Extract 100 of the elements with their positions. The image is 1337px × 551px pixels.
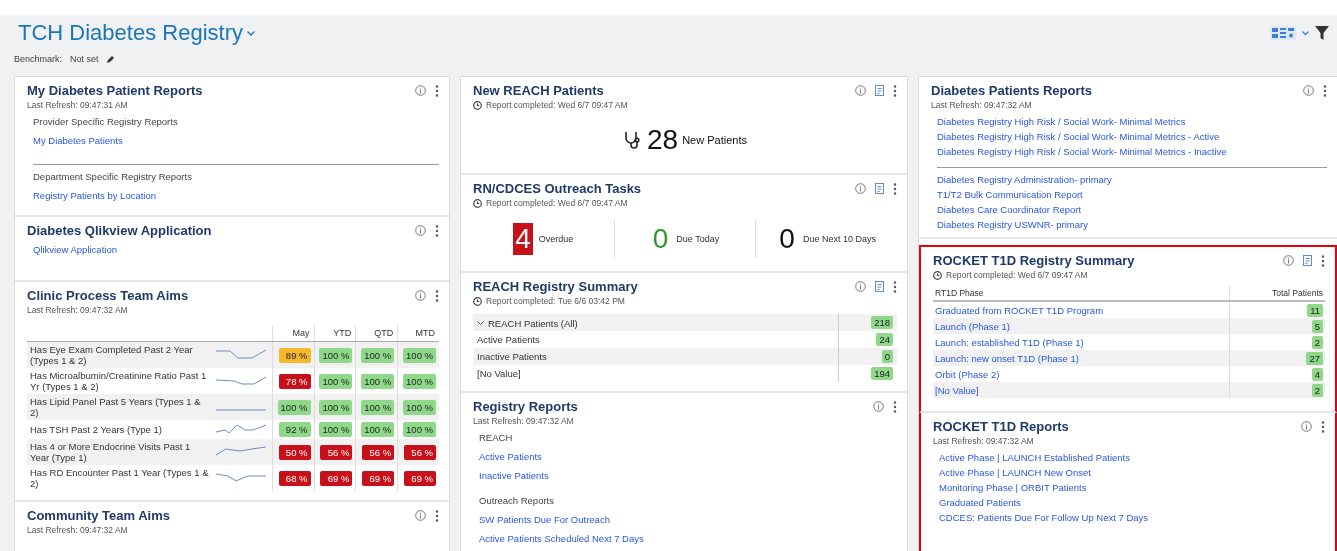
section-heading: REACH (479, 432, 514, 443)
report-link[interactable]: Diabetes Registry High Risk / Social Work- Minimal Metrics - Active (937, 131, 1327, 142)
phase-link[interactable]: [No Value] (935, 384, 979, 396)
aim-value: 56 % (404, 444, 436, 460)
more-icon[interactable] (893, 84, 897, 97)
sparkline (216, 408, 266, 411)
task-count: 0 (778, 223, 796, 255)
report-link[interactable]: Qlikview Application (33, 244, 439, 255)
patient-count: 27 (1306, 351, 1323, 365)
report-link[interactable]: Diabetes Registry High Risk / Social Work- Minimal Metrics (937, 116, 1327, 127)
sparkline (216, 472, 266, 482)
report-link[interactable]: Diabetes Registry USWNR- primary (937, 219, 1327, 230)
caret-icon[interactable] (477, 320, 484, 326)
info-icon[interactable] (1303, 85, 1314, 96)
column-header: QTD (374, 328, 394, 338)
info-icon[interactable] (415, 290, 426, 301)
more-icon[interactable] (893, 400, 897, 413)
report-link[interactable]: Registry Patients by Location (33, 190, 439, 201)
card-title: My Diabetes Patient Reports (27, 83, 203, 98)
pencil-icon[interactable] (106, 55, 115, 63)
more-icon[interactable] (435, 84, 439, 97)
report-link[interactable]: Diabetes Registry High Risk / Social Work- Minimal Metrics - Inactive (937, 146, 1327, 157)
patient-count: 28 (647, 124, 679, 156)
sparkline (216, 423, 266, 434)
card-title: Diabetes Patients Reports (931, 83, 1093, 98)
task-label: Due Today (676, 234, 720, 244)
info-icon[interactable] (1301, 421, 1312, 432)
info-icon[interactable] (1283, 255, 1294, 266)
refresh-time: Last Refresh: 09:47:32 AM (933, 436, 1034, 446)
report-icon[interactable] (875, 85, 884, 96)
info-icon[interactable] (873, 401, 884, 412)
report-link[interactable]: Monitoring Phase | ORBIT Patients (939, 482, 1325, 493)
aim-label: Has RD Encounter Past 1 Year (Types 1 & 2) (30, 467, 209, 489)
phase-link[interactable]: Graduated from ROCKET T1D Program (935, 304, 1104, 316)
report-link[interactable]: CDCES: Patients Due For Follow Up Next 7 Days (939, 512, 1325, 523)
patient-count: 11 (1307, 303, 1323, 317)
aim-value: 100 % (403, 347, 436, 363)
dashboard-title[interactable]: TCH Diabetes Registry (18, 20, 243, 46)
aim-value: 100 % (277, 399, 311, 415)
report-link[interactable]: Diabetes Registry Administration- primary (937, 167, 1327, 185)
info-icon[interactable] (415, 510, 426, 521)
more-icon[interactable] (1321, 420, 1325, 433)
section-heading: Provider Specific Registry Reports (33, 116, 179, 127)
report-icon[interactable] (875, 281, 884, 292)
patient-count: 0 (881, 350, 893, 363)
stethoscope-icon (623, 130, 643, 150)
aim-value: 69 % (362, 470, 395, 486)
more-icon[interactable] (893, 280, 897, 293)
refresh-time: Last Refresh: 09:47:32 AM (27, 305, 128, 315)
more-icon[interactable] (435, 289, 439, 302)
aim-value: 68 % (278, 470, 311, 486)
report-link[interactable]: Diabetes Care Coordinator Report (937, 204, 1327, 215)
aim-value: 100 % (403, 373, 436, 389)
layout-icon[interactable] (1270, 26, 1296, 40)
aim-value: 100 % (361, 347, 395, 363)
report-link[interactable]: Active Phase | LAUNCH New Onset (939, 467, 1325, 478)
more-icon[interactable] (435, 509, 439, 522)
refresh-time: Report completed: Wed 6/7 09:47 AM (486, 198, 628, 208)
report-link[interactable]: T1/T2 Bulk Communication Report (937, 189, 1327, 200)
aim-value: 69 % (320, 470, 353, 486)
report-link[interactable]: My Diabetes Patients (33, 135, 439, 146)
report-link[interactable]: SW Patients Due For Outreach (479, 514, 897, 525)
phase-link[interactable]: Launch: established T1D (Phase 1) (935, 336, 1084, 348)
report-link[interactable]: Graduated Patients (939, 497, 1325, 508)
caret-icon[interactable] (1302, 30, 1309, 36)
count-label: New Patients (682, 134, 747, 146)
phase-link[interactable]: Orbit (Phase 2) (935, 368, 1000, 380)
info-icon[interactable] (415, 225, 426, 236)
aim-value: 100 % (319, 373, 353, 389)
aim-value: 100 % (319, 399, 353, 415)
patient-count: 194 (871, 367, 893, 380)
info-icon[interactable] (855, 281, 866, 292)
more-icon[interactable] (1323, 84, 1327, 97)
refresh-time: Report completed: Wed 6/7 09:47 AM (946, 270, 1088, 280)
refresh-time: Last Refresh: 09:47:32 AM (473, 416, 574, 426)
report-link[interactable]: Active Phase | LAUNCH Established Patients (939, 452, 1325, 463)
aim-value: 100 % (361, 399, 395, 415)
info-icon[interactable] (855, 183, 866, 194)
report-icon[interactable] (1303, 255, 1312, 266)
report-link[interactable]: Active Patients (479, 451, 897, 462)
more-icon[interactable] (1321, 254, 1325, 267)
aim-value: 100 % (361, 422, 395, 437)
card-title: ROCKET T1D Reports (933, 419, 1069, 434)
report-icon[interactable] (875, 183, 884, 194)
more-icon[interactable] (435, 224, 439, 237)
report-link[interactable]: Inactive Patients (479, 470, 897, 481)
info-icon[interactable] (415, 85, 426, 96)
card-title: Diabetes Qlikview Application (27, 223, 212, 238)
caret-icon[interactable] (246, 30, 255, 36)
aim-label: Has Eye Exam Completed Past 2 Year (Types 1 & 2) (30, 344, 193, 366)
task-label: Due Next 10 Days (802, 234, 876, 244)
info-icon[interactable] (855, 85, 866, 96)
more-icon[interactable] (893, 182, 897, 195)
phase-link[interactable]: Launch (Phase 1) (935, 320, 1010, 332)
aim-label: Has Lipid Panel Past 5 Years (Types 1 & 2) (30, 396, 201, 418)
aim-value: 50 % (278, 444, 311, 460)
column-header: May (292, 328, 310, 338)
task-count: 0 (651, 223, 670, 255)
report-link[interactable]: Active Patients Scheduled Next 7 Days (479, 533, 897, 544)
filter-icon[interactable] (1315, 26, 1329, 40)
